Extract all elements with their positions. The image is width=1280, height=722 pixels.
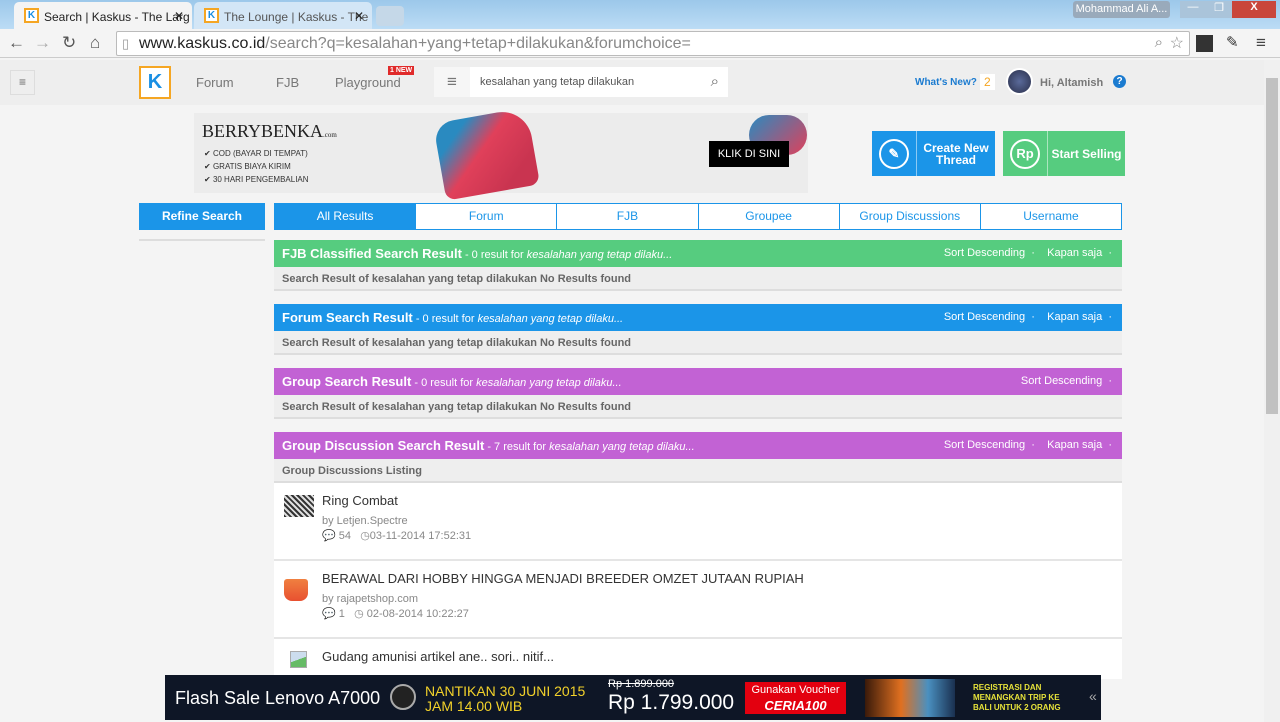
time-dropdown[interactable]: Kapan saja <box>1047 439 1102 451</box>
group-avatar <box>284 495 314 517</box>
divider <box>139 239 265 241</box>
item-author[interactable]: by Letjen.Spectre <box>322 515 408 527</box>
promo-image <box>865 679 955 717</box>
close-tab-icon[interactable]: ✕ <box>174 9 184 23</box>
fjb-result-header: FJB Classified Search Result - 0 result … <box>274 240 1122 267</box>
tab-all-results[interactable]: All Results <box>275 204 416 229</box>
kaskus-favicon-icon: K <box>204 8 219 23</box>
ad-points: ✔ COD (BAYAR DI TEMPAT) ✔ GRATIS BIAYA KI… <box>204 149 309 184</box>
fjb-result-message: Search Result of kesalahan yang tetap di… <box>274 267 1122 291</box>
ad-cta-button[interactable]: KLIK DI SINI <box>709 141 789 167</box>
close-tab-icon[interactable]: ✕ <box>354 9 364 23</box>
home-icon[interactable]: ⌂ <box>90 33 100 53</box>
sort-dropdown[interactable]: Sort Descending <box>944 247 1025 259</box>
menu-icon[interactable]: ≡ <box>1256 33 1266 53</box>
list-item[interactable]: BERAWAL DARI HOBBY HINGGA MENJADI BREEDE… <box>274 561 1122 639</box>
tab-groupee[interactable]: Groupee <box>697 204 839 229</box>
clock-icon: ◷ <box>354 608 364 620</box>
address-bar[interactable]: ▯ www.kaskus.co.id/search?q=kesalahan+yan… <box>116 31 1190 56</box>
sort-dropdown[interactable]: Sort Descending <box>944 311 1025 323</box>
avatar[interactable] <box>1006 68 1033 95</box>
clock-icon: ◷ <box>360 530 370 542</box>
new-tab-button[interactable] <box>376 6 404 26</box>
sort-dropdown[interactable]: Sort Descending <box>944 439 1025 451</box>
collapse-icon[interactable]: « <box>1089 688 1097 704</box>
browser-tab-lounge[interactable]: K The Lounge | Kaskus - The ✕ <box>194 2 372 29</box>
maximize-button[interactable]: ❐ <box>1206 1 1232 18</box>
help-icon[interactable]: ? <box>1113 75 1126 88</box>
kaskus-favicon-icon: K <box>24 8 39 23</box>
nav-fjb[interactable]: FJB <box>276 75 299 90</box>
sidebar-toggle-icon[interactable]: ≡ <box>10 70 35 95</box>
group-discussion-result-header: Group Discussion Search Result - 7 resul… <box>274 432 1122 459</box>
page-icon: ▯ <box>122 36 130 51</box>
browser-tab-bar: K Search | Kaskus - The Larg ✕ K The Lounge… <box>0 0 1280 29</box>
backpack-image <box>432 107 541 201</box>
whats-new-link[interactable]: What's New? <box>915 77 977 88</box>
nav-playground[interactable]: Playground <box>335 75 401 90</box>
close-window-button[interactable]: X <box>1232 1 1276 18</box>
time-dropdown[interactable]: Kapan saja <box>1047 247 1102 259</box>
tab-fjb[interactable]: FJB <box>556 204 697 229</box>
browser-toolbar: ← → ↻ ⌂ ▯ www.kaskus.co.id/search?q=kesal… <box>0 29 1280 58</box>
flash-sale-banner[interactable]: Flash Sale Lenovo A7000 NANTIKAN 30 JUNI… <box>165 675 1101 720</box>
item-title[interactable]: BERAWAL DARI HOBBY HINGGA MENJADI BREEDE… <box>322 571 804 586</box>
bookmark-star-icon[interactable]: ☆ <box>1170 33 1184 53</box>
forward-icon[interactable]: → <box>34 33 51 53</box>
advertisement-berrybenka[interactable]: BERRYBENKA.com ✔ COD (BAYAR DI TEMPAT) ✔ … <box>194 107 808 201</box>
group-result-message: Search Result of kesalahan yang tetap di… <box>274 395 1122 419</box>
refine-search-button[interactable]: Refine Search <box>139 203 265 230</box>
category-menu-icon[interactable]: ≡ <box>434 67 470 97</box>
item-title[interactable]: Ring Combat <box>322 493 398 508</box>
group-result-header: Group Search Result - 0 result for kesal… <box>274 368 1122 395</box>
tab-group-discussions[interactable]: Group Discussions <box>838 204 980 229</box>
item-title[interactable]: Gudang amunisi artikel ane.. sori.. niti… <box>322 649 554 664</box>
item-author[interactable]: by rajapetshop.com <box>322 593 418 605</box>
user-greeting[interactable]: Hi, Altamish <box>1040 77 1103 89</box>
search-icon[interactable]: ⌕ <box>711 73 719 90</box>
rupiah-icon: Rp <box>1010 138 1040 169</box>
exclusive-seal-icon <box>390 684 416 710</box>
minimize-button[interactable]: — <box>1180 1 1206 18</box>
create-thread-button[interactable]: ✎ Create New Thread <box>872 131 995 176</box>
group-avatar <box>284 579 308 601</box>
forum-result-header: Forum Search Result - 0 result for kesal… <box>274 304 1122 331</box>
group-discussions-listing-label: Group Discussions Listing <box>274 459 1122 483</box>
nav-forum[interactable]: Forum <box>196 75 234 90</box>
zoom-icon[interactable]: ⌕ <box>1155 34 1163 51</box>
back-icon[interactable]: ← <box>8 33 25 53</box>
start-selling-button[interactable]: Rp Start Selling <box>1003 131 1125 176</box>
pencil-icon: ✎ <box>879 138 909 169</box>
forum-result-message: Search Result of kesalahan yang tetap di… <box>274 331 1122 355</box>
scrollbar[interactable] <box>1264 60 1280 722</box>
reload-icon[interactable]: ↻ <box>62 33 76 53</box>
comment-icon: 💬 <box>322 530 336 542</box>
time-dropdown[interactable]: Kapan saja <box>1047 311 1102 323</box>
list-item[interactable]: Ring Combat by Letjen.Spectre 💬 54 ◷03-1… <box>274 483 1122 561</box>
evernote-icon[interactable]: ✎ <box>1226 33 1239 51</box>
tab-username[interactable]: Username <box>979 204 1121 229</box>
kaskus-header: ≡ K Forum FJB Playground 1 NEW ≡ kesalah… <box>0 60 1264 105</box>
ad-brand: BERRYBENKA.com <box>202 121 337 141</box>
comment-icon: 💬 <box>322 608 336 620</box>
extension-icon[interactable] <box>1196 35 1213 52</box>
search-input[interactable]: kesalahan yang tetap dilakukan ⌕ <box>470 67 728 97</box>
tab-forum[interactable]: Forum <box>415 204 556 229</box>
kaskus-logo[interactable]: K <box>139 66 171 99</box>
browser-tab-search[interactable]: K Search | Kaskus - The Larg ✕ <box>14 2 192 29</box>
list-item[interactable]: Gudang amunisi artikel ane.. sori.. niti… <box>274 639 1122 679</box>
sort-dropdown[interactable]: Sort Descending <box>1021 375 1102 387</box>
broken-image-icon <box>290 651 307 668</box>
voucher-badge: Gunakan Voucher CERIA100 <box>745 682 846 714</box>
notification-count[interactable]: 2 <box>980 74 995 90</box>
result-tabs: All Results Forum FJB Groupee Group Disc… <box>274 203 1122 230</box>
new-badge: 1 NEW <box>388 66 415 75</box>
profile-button[interactable]: Mohammad Ali A... <box>1073 1 1170 18</box>
